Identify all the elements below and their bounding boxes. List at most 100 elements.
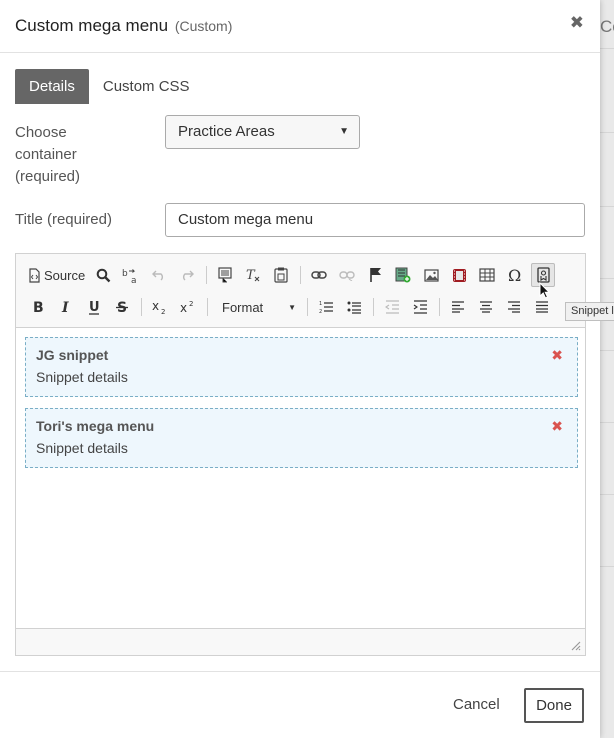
title-input-value: Custom mega menu xyxy=(178,211,314,228)
close-icon[interactable]: ✖ xyxy=(570,13,584,33)
strike-button[interactable]: S xyxy=(110,295,134,319)
find-icon xyxy=(96,268,111,282)
strike-icon: S xyxy=(116,300,128,315)
find-button[interactable] xyxy=(91,263,115,287)
title-label: Title (required) xyxy=(15,211,112,228)
link-button[interactable] xyxy=(307,263,331,287)
dialog-header: Custom mega menu (Custom) ✖ xyxy=(0,0,600,53)
background-divider xyxy=(600,350,614,351)
background-divider xyxy=(600,278,614,279)
italic-button[interactable]: I xyxy=(54,295,78,319)
background-divider xyxy=(600,422,614,423)
undo-button[interactable] xyxy=(147,263,171,287)
source-label: Source xyxy=(44,267,86,283)
caret-down-icon: ▼ xyxy=(288,302,296,312)
align-center-icon xyxy=(480,301,492,313)
bulleted-list-button[interactable] xyxy=(342,295,366,319)
svg-text:2: 2 xyxy=(319,309,322,314)
toolbar-separator xyxy=(439,298,440,316)
numbered-list-button[interactable]: 12 xyxy=(314,295,338,319)
image-button[interactable] xyxy=(419,263,443,287)
outdent-icon xyxy=(384,300,399,314)
toolbar-row: B I U S x2 x2 Format ▼ 1 2 xyxy=(26,293,558,321)
unlink-button[interactable] xyxy=(335,263,359,287)
svg-text:U: U xyxy=(89,300,100,315)
snippet-title: Tori's mega menu xyxy=(36,418,155,434)
align-center-button[interactable] xyxy=(474,295,498,319)
outdent-button[interactable] xyxy=(380,295,404,319)
subscript-icon: x2 xyxy=(152,300,165,314)
container-label-line: Choose xyxy=(15,124,67,141)
tab-details[interactable]: Details xyxy=(15,69,89,104)
background-divider xyxy=(600,48,614,49)
format-dropdown[interactable]: Format ▼ xyxy=(214,295,300,319)
title-input[interactable]: Custom mega menu xyxy=(165,203,585,237)
paste-word-icon xyxy=(274,267,288,283)
svg-text:B: B xyxy=(33,300,44,314)
replace-icon: ba xyxy=(122,269,137,284)
bold-button[interactable]: B xyxy=(26,295,50,319)
remove-icon[interactable]: ✖ xyxy=(551,347,563,364)
resize-grip-icon[interactable] xyxy=(571,641,581,651)
align-right-button[interactable] xyxy=(502,295,526,319)
link-icon xyxy=(311,271,327,279)
snippet-title: JG snippet xyxy=(36,347,109,363)
undo-icon xyxy=(152,270,164,281)
background-text: Co xyxy=(600,17,614,36)
background-divider xyxy=(600,566,614,567)
subscript-button[interactable]: x2 xyxy=(148,295,172,319)
dialog-title-text: Custom mega menu xyxy=(15,16,169,35)
container-select[interactable]: Practice Areas ▼ xyxy=(165,115,360,149)
align-left-button[interactable] xyxy=(446,295,470,319)
snippet-block[interactable]: Tori's mega menu Snippet details ✖ xyxy=(25,408,578,468)
cancel-button[interactable]: Cancel xyxy=(443,688,510,722)
align-left-icon xyxy=(452,301,464,313)
snippet-block[interactable]: JG snippet Snippet details ✖ xyxy=(25,337,578,397)
svg-text:1: 1 xyxy=(319,301,322,307)
italic-icon: I xyxy=(61,300,69,314)
svg-text:Ω: Ω xyxy=(508,268,521,283)
numbered-list-icon: 12 xyxy=(319,301,333,314)
media-button[interactable] xyxy=(391,263,415,287)
anchor-icon xyxy=(369,268,381,282)
toolbar-separator xyxy=(373,298,374,316)
omega-icon: Ω xyxy=(508,268,521,283)
toolbar-separator xyxy=(207,298,208,316)
toolbar-separator xyxy=(307,298,308,316)
bold-icon: B xyxy=(33,300,44,314)
table-button[interactable] xyxy=(475,263,499,287)
paste-text-button[interactable] xyxy=(213,263,237,287)
background-divider xyxy=(600,494,614,495)
anchor-button[interactable] xyxy=(363,263,387,287)
remove-icon[interactable]: ✖ xyxy=(551,418,563,435)
toolbar-separator xyxy=(141,298,142,316)
toolbar-separator xyxy=(300,266,302,284)
svg-text:x: x xyxy=(152,300,159,313)
dialog-subtitle: (Custom) xyxy=(174,18,233,34)
dialog-title: Custom mega menu (Custom) xyxy=(15,16,232,36)
media-icon xyxy=(395,267,411,283)
bulleted-list-icon xyxy=(347,301,361,314)
underline-button[interactable]: U xyxy=(82,295,106,319)
indent-button[interactable] xyxy=(408,295,432,319)
video-button[interactable] xyxy=(447,263,471,287)
paste-word-button[interactable] xyxy=(269,263,293,287)
svg-text:a: a xyxy=(131,276,137,284)
source-button[interactable]: Source xyxy=(26,263,87,287)
replace-button[interactable]: ba xyxy=(119,263,143,287)
remove-format-button[interactable]: T xyxy=(241,263,265,287)
toolbar-row: Source ba T Ω xyxy=(26,261,559,289)
snippet-link-icon xyxy=(537,267,550,283)
tab-custom-css[interactable]: Custom CSS xyxy=(89,69,204,104)
done-button[interactable]: Done xyxy=(524,688,584,723)
special-char-button[interactable]: Ω xyxy=(503,263,527,287)
svg-text:I: I xyxy=(61,300,69,314)
redo-button[interactable] xyxy=(175,263,199,287)
container-select-value: Practice Areas xyxy=(178,123,275,140)
svg-text:2: 2 xyxy=(189,300,193,308)
source-icon xyxy=(29,267,40,283)
superscript-button[interactable]: x2 xyxy=(176,295,200,319)
background-page: Co xyxy=(600,0,614,738)
snippet-details: Snippet details xyxy=(36,440,128,456)
editor-toolbar: Source ba T Ω B I U S x 2 x 2 Format ▼ 1… xyxy=(16,254,585,328)
